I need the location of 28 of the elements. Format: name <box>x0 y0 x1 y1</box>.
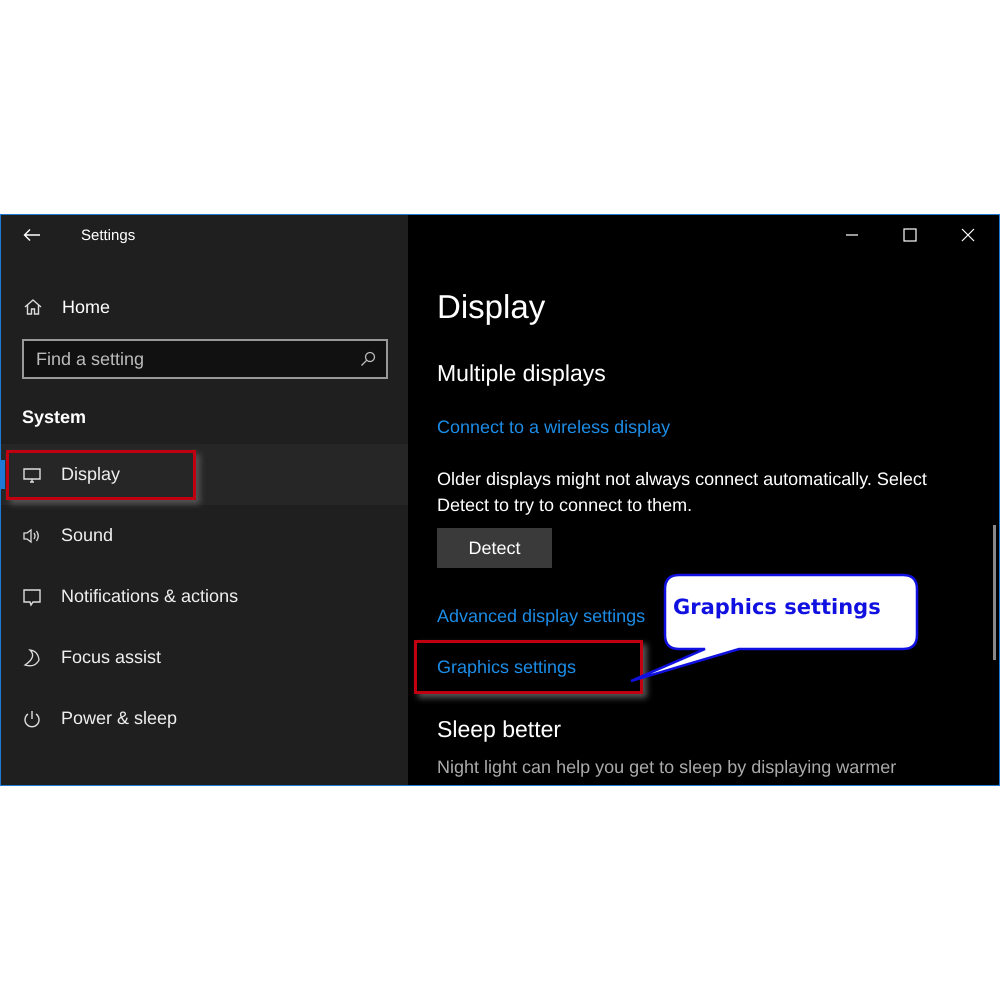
settings-link[interactable]: Graphics settings <box>437 657 576 678</box>
detect-button[interactable]: Detect <box>437 528 552 568</box>
message-icon <box>22 586 42 606</box>
search-icon <box>360 351 376 367</box>
nav-item[interactable]: Display <box>1 444 408 505</box>
wireless-display-link[interactable]: Connect to a wireless display <box>437 417 999 438</box>
section-heading: Sleep better <box>437 716 562 743</box>
window-title: Settings <box>81 226 136 244</box>
home-icon <box>23 297 43 317</box>
description-text: Night light can help you get to sleep by displaying warmer <box>437 757 898 778</box>
search-field[interactable]: Find a setting <box>22 339 388 379</box>
description-text: Older displays might not always connect automatically. Select Detect to try to connect to them. <box>437 468 928 517</box>
maximize-icon[interactable] <box>903 228 917 242</box>
section-heading: System <box>21 407 88 428</box>
power-icon <box>22 708 42 728</box>
back-arrow-icon[interactable] <box>23 228 41 242</box>
nav-item[interactable]: Focus assist <box>1 627 408 688</box>
scrollbar-thumb[interactable] <box>993 525 996 660</box>
home-item[interactable]: Home <box>1 285 408 329</box>
close-icon[interactable] <box>961 228 975 242</box>
nav-item[interactable]: Sound <box>1 505 408 566</box>
nav-item[interactable]: Notifications & actions <box>1 566 408 627</box>
nav-item[interactable]: Power & sleep <box>1 688 408 749</box>
settings-link[interactable]: Advanced display settings <box>437 606 646 627</box>
moon-icon <box>22 648 42 668</box>
page-title: Display <box>437 288 546 326</box>
section-heading: Multiple displays <box>437 360 607 387</box>
callout-text: Graphics settings <box>673 595 881 619</box>
